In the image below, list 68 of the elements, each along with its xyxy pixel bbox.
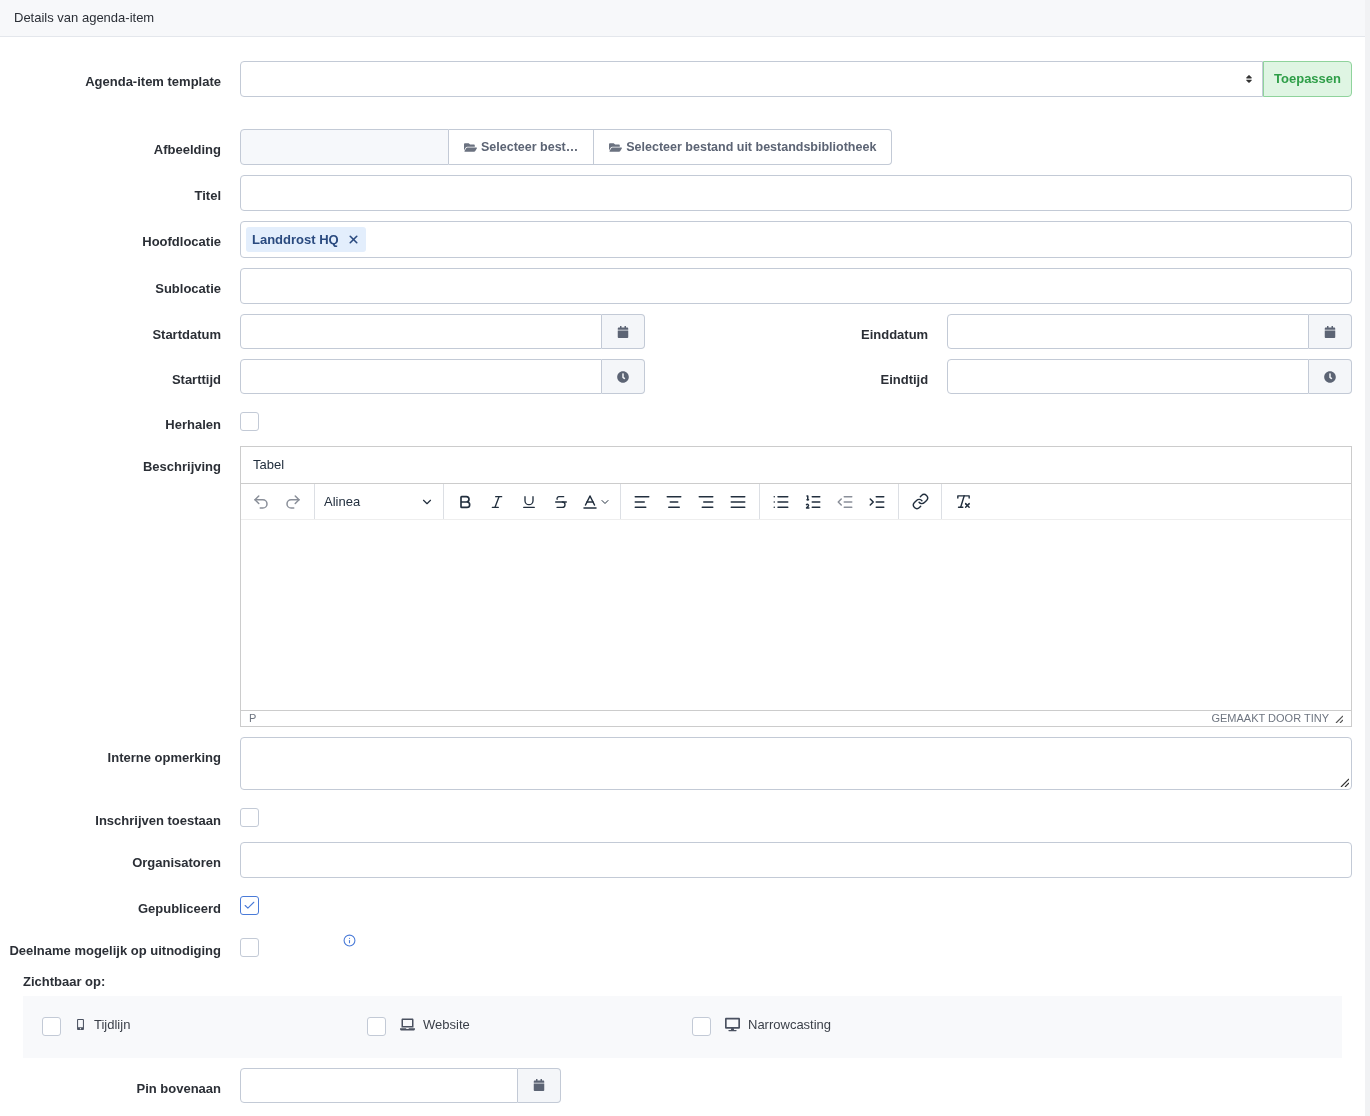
checkbox[interactable]	[367, 1017, 386, 1036]
italic-icon	[489, 493, 505, 510]
checkbox[interactable]	[240, 938, 259, 957]
clock-icon	[616, 370, 629, 383]
strikethrough-icon	[553, 493, 569, 510]
field-label: Einddatum	[861, 327, 929, 342]
field-label: Agenda-item template	[85, 74, 221, 89]
resize-handle-icon[interactable]	[1340, 778, 1349, 787]
calendar-icon	[533, 1079, 545, 1091]
field-label: Herhalen	[165, 417, 221, 432]
field-label: Organisatoren	[132, 855, 221, 870]
field-label: Sublocatie	[155, 281, 221, 296]
resize-handle-icon[interactable]	[1335, 714, 1343, 723]
file-select-button[interactable]: Selecteer bestand uit bestandsbibliotheek	[594, 129, 893, 165]
field-label: Afbeelding	[153, 142, 221, 157]
option-label: Website	[423, 1015, 470, 1034]
time-picker-button[interactable]	[601, 359, 645, 394]
location-tag: Landdrost HQ	[246, 227, 366, 252]
field-label: Pin bovenaan	[136, 1080, 221, 1096]
bold-icon	[457, 493, 473, 510]
phone-icon	[75, 1019, 86, 1030]
clock-icon	[1324, 370, 1336, 383]
field-label: Hoofdlocatie	[142, 234, 221, 249]
checkbox[interactable]	[692, 1017, 711, 1036]
field-label: Startdatum	[152, 327, 221, 342]
folder-icon	[464, 140, 477, 154]
laptop-icon	[400, 1017, 415, 1032]
date-picker-button[interactable]	[1309, 314, 1352, 349]
redo-icon	[284, 492, 302, 511]
date-picker-button[interactable]	[601, 314, 645, 349]
undo-icon	[252, 492, 270, 511]
menu-item[interactable]: Tabel	[245, 455, 293, 475]
numbered-list-icon	[804, 492, 822, 511]
folder-icon	[609, 140, 623, 154]
calendar-icon	[1324, 325, 1336, 338]
check-icon	[243, 899, 256, 912]
field-label: Deelname mogelijk op uitnodiging	[9, 943, 221, 958]
link-icon	[911, 493, 929, 510]
monitor-icon	[725, 1017, 740, 1032]
sort-arrows-icon	[1244, 74, 1255, 84]
field-label: Titel	[194, 188, 221, 203]
field-label: Beschrijving	[142, 459, 221, 474]
element-path: P	[249, 711, 257, 727]
checkbox[interactable]	[240, 896, 259, 915]
field-label: Inschrijven toestaan	[95, 813, 221, 828]
checkbox[interactable]	[240, 808, 259, 827]
field-label: Eindtijd	[880, 372, 929, 387]
remove-icon[interactable]	[346, 233, 360, 246]
field-label: Gepubliceerd	[137, 901, 221, 916]
text-color-icon	[581, 492, 599, 511]
info-icon[interactable]	[343, 934, 356, 947]
section-label: Zichtbaar op:	[23, 973, 107, 991]
underline-icon	[521, 493, 537, 510]
card-title: Details van agenda-item	[14, 9, 155, 28]
option-label: Narrowcasting	[748, 1015, 832, 1034]
option-label: Tijdlijn	[94, 1015, 131, 1034]
checkbox[interactable]	[42, 1017, 61, 1036]
block-format-dropdown[interactable]: Alinea	[320, 487, 438, 516]
checkbox[interactable]	[240, 412, 259, 431]
calendar-icon	[616, 325, 629, 338]
field-label: Starttijd	[171, 372, 221, 387]
time-picker-button[interactable]	[1309, 359, 1352, 394]
file-select-button[interactable]: Selecteer best…	[449, 129, 595, 165]
field-label: Interne opmerking	[107, 750, 221, 765]
clear-formatting-icon	[954, 493, 972, 510]
branding-text: GEMAAKT DOOR TINY	[1211, 711, 1329, 727]
date-picker-button[interactable]	[518, 1067, 561, 1103]
tag-input-field[interactable]: Landdrost HQ	[240, 221, 1352, 258]
